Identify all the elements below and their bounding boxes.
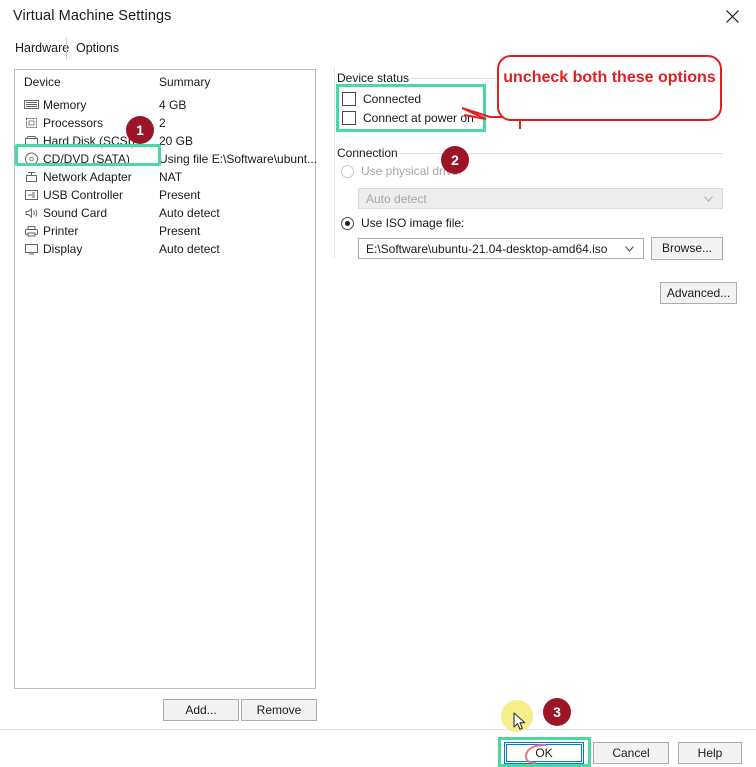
iso-path-value: E:\Software\ubuntu-21.04-desktop-amd64.i… [366, 242, 608, 256]
usb-controller-icon [25, 190, 38, 200]
network-adapter-icon [26, 172, 37, 182]
chevron-down-icon [704, 196, 713, 202]
device-list: Memory 4 GB Processors 2 Hard Disk (SCSI… [15, 96, 318, 258]
hard-disk-icon [25, 136, 38, 145]
checkbox-box [342, 111, 356, 125]
device-label: Processors [43, 116, 104, 130]
device-label: USB Controller [43, 188, 124, 202]
device-row-usb-controller[interactable]: USB Controller Present [15, 186, 315, 204]
physical-drive-value: Auto detect [366, 192, 427, 206]
device-label: Network Adapter [43, 170, 132, 184]
device-list-header: Device Summary [15, 75, 315, 94]
device-summary: NAT [159, 170, 183, 184]
device-row-processors[interactable]: Processors 2 [15, 114, 315, 132]
add-device-button[interactable]: Add... [163, 699, 239, 721]
radio-button-circle [341, 165, 354, 178]
connect-at-power-on-checkbox-label: Connect at power on [363, 111, 474, 125]
device-label: Display [43, 242, 83, 256]
callout-text: uncheck both these options [503, 69, 716, 86]
mouse-cursor-icon [513, 712, 526, 730]
device-row-sound-card[interactable]: Sound Card Auto detect [15, 204, 315, 222]
radio-button-dot [345, 221, 350, 226]
device-label: Memory [43, 98, 87, 112]
sound-card-icon [25, 207, 38, 219]
use-iso-image-label: Use ISO image file: [361, 216, 465, 230]
device-summary: 4 GB [159, 98, 187, 112]
cd-dvd-icon [25, 152, 38, 166]
device-row-display[interactable]: Display Auto detect [15, 240, 315, 258]
checkbox-box [342, 92, 356, 106]
printer-icon [25, 226, 38, 237]
column-header-summary: Summary [159, 75, 211, 89]
device-label: Hard Disk (SCSI) [43, 134, 136, 148]
column-header-device: Device [24, 75, 61, 89]
device-label: Printer [43, 224, 79, 238]
step-badge-2: 2 [441, 146, 469, 174]
ok-button[interactable]: OK [504, 742, 584, 764]
connection-group-label: Connection [337, 146, 398, 160]
callout-bubble: uncheck both these options [497, 55, 722, 121]
help-button[interactable]: Help [678, 742, 742, 764]
device-summary: Present [159, 224, 201, 238]
device-summary: Auto detect [159, 242, 220, 256]
device-row-cd-dvd[interactable]: CD/DVD (SATA) Using file E:\Software\ubu… [15, 150, 318, 168]
radio-button-circle [341, 217, 354, 230]
title-bar: Virtual Machine Settings [0, 0, 756, 33]
connected-checkbox-label: Connected [363, 92, 422, 106]
browse-button[interactable]: Browse... [651, 237, 723, 260]
device-row-network-adapter[interactable]: Network Adapter NAT [15, 168, 315, 186]
device-list-panel: Device Summary Memory 4 GB Processors 2 [14, 69, 318, 689]
device-row-hard-disk[interactable]: Hard Disk (SCSI) 20 GB [15, 132, 315, 150]
remove-device-button[interactable]: Remove [241, 699, 317, 721]
close-icon [726, 10, 739, 23]
processor-icon [26, 118, 37, 128]
step-badge-1: 1 [126, 116, 154, 144]
vertical-divider [334, 68, 335, 258]
advanced-button[interactable]: Advanced... [660, 282, 737, 304]
device-label: CD/DVD (SATA) [43, 152, 130, 166]
device-summary: 2 [159, 116, 166, 130]
tab-options[interactable]: Options [66, 37, 128, 60]
physical-drive-dropdown[interactable]: Auto detect [358, 188, 723, 209]
device-label: Sound Card [43, 206, 108, 220]
device-summary: Present [159, 188, 201, 202]
close-button[interactable] [710, 0, 756, 32]
step-badge-3: 3 [543, 698, 571, 726]
device-summary: 20 GB [159, 134, 194, 148]
window-title: Virtual Machine Settings [13, 8, 172, 24]
device-status-group-label: Device status [337, 71, 410, 85]
device-row-memory[interactable]: Memory 4 GB [15, 96, 315, 114]
chevron-down-icon [625, 246, 634, 252]
memory-icon [24, 100, 39, 109]
device-summary: Using file E:\Software\ubunt... [159, 152, 318, 166]
display-icon [25, 244, 38, 255]
horizontal-divider [0, 729, 756, 730]
cancel-button[interactable]: Cancel [593, 742, 669, 764]
device-row-printer[interactable]: Printer Present [15, 222, 315, 240]
iso-path-dropdown[interactable]: E:\Software\ubuntu-21.04-desktop-amd64.i… [358, 238, 644, 259]
device-summary: Auto detect [159, 206, 220, 220]
